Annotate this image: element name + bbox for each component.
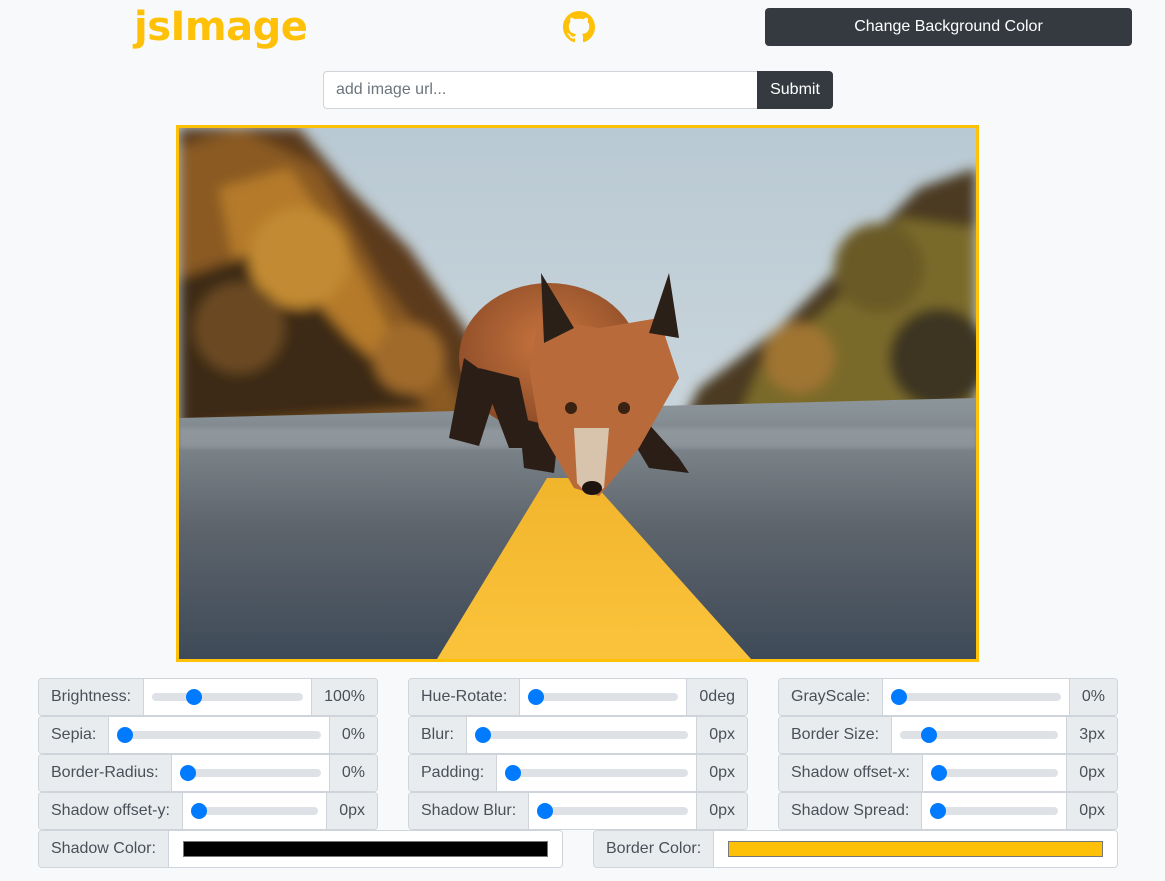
shadow-blur-label: Shadow Blur: — [409, 793, 530, 829]
image-preview — [176, 125, 979, 662]
border-radius-control: Border-Radius: 0% — [38, 754, 378, 792]
brightness-control: Brightness: 100% — [38, 678, 378, 716]
border-radius-slider[interactable] — [179, 769, 321, 777]
sepia-label: Sepia: — [39, 717, 110, 753]
shadow-offset-x-control: Shadow offset-x: 0px — [778, 754, 1118, 792]
shadow-offset-y-control: Shadow offset-y: 0px — [38, 792, 378, 830]
padding-slider[interactable] — [505, 769, 689, 777]
github-icon[interactable] — [563, 11, 595, 43]
padding-label: Padding: — [409, 755, 498, 791]
sepia-control: Sepia: 0% — [38, 716, 378, 754]
blur-slider[interactable] — [474, 731, 689, 739]
app-logo: jsImage — [134, 4, 308, 50]
change-background-button[interactable]: Change Background Color — [765, 8, 1132, 46]
shadow-color-picker[interactable] — [182, 841, 548, 857]
hue-rotate-control: Hue-Rotate: 0deg — [408, 678, 748, 716]
border-size-value: 3px — [1066, 717, 1117, 753]
shadow-offset-y-label: Shadow offset-y: — [39, 793, 183, 829]
brightness-slider[interactable] — [152, 693, 304, 701]
shadow-color-label: Shadow Color: — [39, 831, 169, 867]
shadow-spread-control: Shadow Spread: 0px — [778, 792, 1118, 830]
shadow-blur-slider[interactable] — [537, 807, 689, 815]
border-size-slider[interactable] — [900, 731, 1059, 739]
hue-rotate-value: 0deg — [686, 679, 747, 715]
grayscale-value: 0% — [1068, 679, 1117, 715]
shadow-color-control: Shadow Color: — [38, 830, 563, 868]
border-color-picker[interactable] — [728, 841, 1103, 857]
grayscale-label: GrayScale: — [779, 679, 884, 715]
image-url-input[interactable] — [323, 71, 758, 109]
border-color-control: Border Color: — [593, 830, 1118, 868]
border-radius-label: Border-Radius: — [39, 755, 172, 791]
submit-button[interactable]: Submit — [757, 71, 833, 109]
border-radius-value: 0% — [328, 755, 377, 791]
shadow-offset-y-value: 0px — [326, 793, 377, 829]
fox-on-road-image — [179, 128, 976, 659]
blur-value: 0px — [696, 717, 747, 753]
shadow-blur-value: 0px — [696, 793, 747, 829]
shadow-offset-y-slider[interactable] — [190, 807, 319, 815]
brightness-label: Brightness: — [39, 679, 145, 715]
padding-value: 0px — [696, 755, 747, 791]
sepia-value: 0% — [328, 717, 377, 753]
shadow-blur-control: Shadow Blur: 0px — [408, 792, 748, 830]
shadow-spread-slider[interactable] — [930, 807, 1059, 815]
shadow-offset-x-value: 0px — [1066, 755, 1117, 791]
border-size-label: Border Size: — [779, 717, 893, 753]
padding-control: Padding: 0px — [408, 754, 748, 792]
brightness-value: 100% — [311, 679, 377, 715]
shadow-spread-value: 0px — [1066, 793, 1117, 829]
shadow-spread-label: Shadow Spread: — [779, 793, 923, 829]
hue-rotate-label: Hue-Rotate: — [409, 679, 521, 715]
blur-label: Blur: — [409, 717, 467, 753]
grayscale-slider[interactable] — [891, 693, 1061, 701]
grayscale-control: GrayScale: 0% — [778, 678, 1118, 716]
border-color-label: Border Color: — [594, 831, 715, 867]
shadow-offset-x-slider[interactable] — [930, 769, 1059, 777]
border-size-control: Border Size: 3px — [778, 716, 1118, 754]
blur-control: Blur: 0px — [408, 716, 748, 754]
sepia-slider[interactable] — [117, 731, 321, 739]
shadow-offset-x-label: Shadow offset-x: — [779, 755, 923, 791]
hue-rotate-slider[interactable] — [528, 693, 679, 701]
